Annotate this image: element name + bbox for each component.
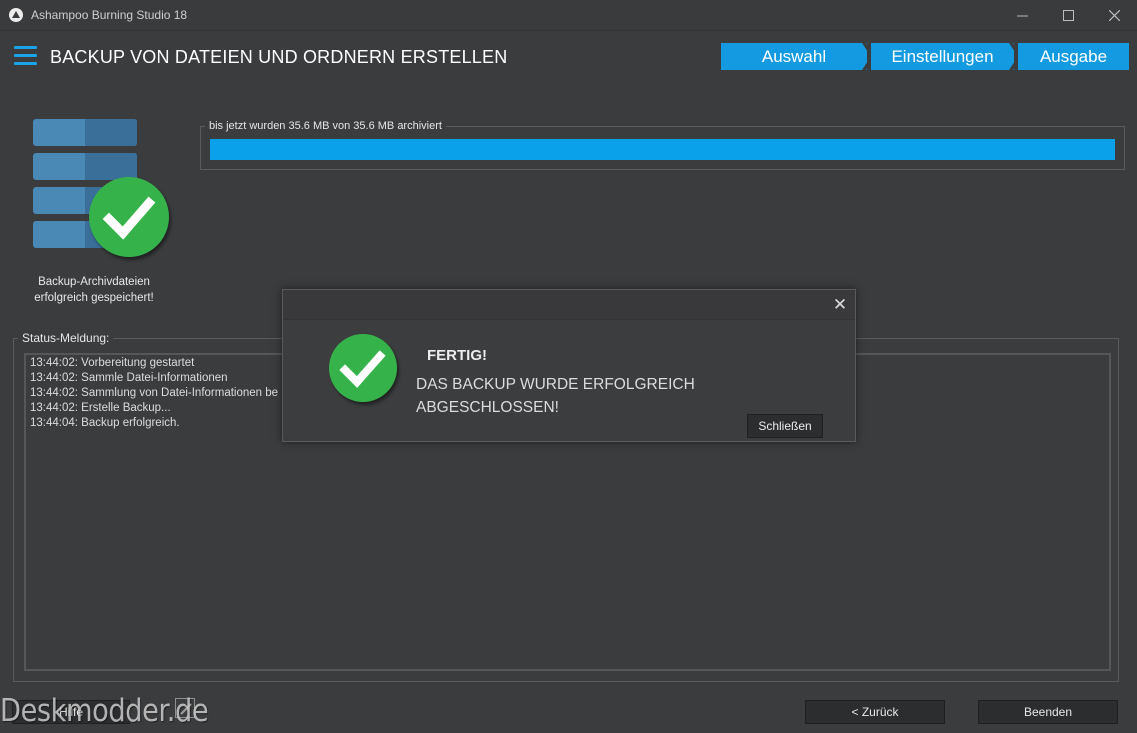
window-title: Ashampoo Burning Studio 18 (31, 8, 188, 22)
dialog-close-button[interactable]: ✕ (829, 294, 851, 316)
quit-button[interactable]: Beenden (978, 700, 1118, 724)
result-caption: Backup-Archivdateien erfolgreich gespeic… (20, 274, 168, 306)
dialog-message-line2: ABGESCHLOSSEN! (416, 399, 559, 416)
step-auswahl[interactable]: Auswahl (721, 43, 867, 70)
minimize-button[interactable] (999, 0, 1045, 31)
dialog-close-action-button[interactable]: Schließen (747, 414, 823, 438)
maximize-icon (1062, 10, 1074, 21)
step-einstellungen[interactable]: Einstellungen (871, 43, 1014, 70)
completion-dialog: ✕ FERTIG! DAS BACKUP WURDE ERFOLGREICH A… (282, 289, 856, 442)
pencil-icon (175, 698, 195, 718)
menu-hamburger-icon[interactable] (14, 46, 37, 65)
dialog-message: DAS BACKUP WURDE ERFOLGREICH ABGESCHLOSS… (416, 373, 736, 419)
step-ausgabe[interactable]: Ausgabe (1018, 43, 1129, 70)
app-logo-icon (9, 8, 23, 22)
maximize-button[interactable] (1045, 0, 1091, 31)
progress-label: bis jetzt wurden 35.6 MB von 35.6 MB arc… (205, 120, 446, 132)
result-caption-line1: Backup-Archivdateien (38, 276, 150, 288)
dialog-heading: FERTIG! (427, 347, 487, 364)
check-circle-icon (329, 334, 397, 402)
check-circle-icon (89, 177, 169, 257)
status-legend: Status-Meldung: (18, 331, 114, 345)
result-caption-line2: erfolgreich gespeichert! (34, 292, 154, 304)
progress-bar-fill (210, 139, 1115, 160)
close-icon: ✕ (832, 295, 848, 314)
dialog-message-line1: DAS BACKUP WURDE ERFOLGREICH (416, 376, 695, 393)
close-icon (1108, 10, 1120, 21)
window-close-button[interactable] (1091, 0, 1137, 31)
wizard-steps: Auswahl Einstellungen Ausgabe (721, 43, 1129, 70)
title-bar: Ashampoo Burning Studio 18 (0, 0, 1137, 31)
back-button[interactable]: < Zurück (805, 700, 945, 724)
page-title: BACKUP VON DATEIEN UND ORDNERN ERSTELLEN (50, 47, 508, 67)
dialog-title-bar (283, 290, 855, 320)
database-backup-icon (33, 117, 173, 259)
minimize-icon (1016, 15, 1028, 17)
progress-bar (210, 139, 1115, 160)
